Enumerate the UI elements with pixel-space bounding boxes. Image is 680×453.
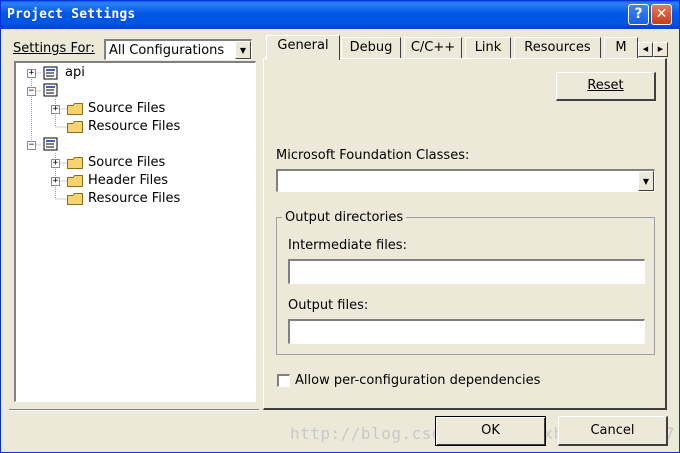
mfc-combobox[interactable]: ▼ bbox=[276, 169, 655, 192]
tree-node-label: Source Files bbox=[88, 101, 166, 116]
output-files-input[interactable] bbox=[288, 319, 645, 344]
plus-box-icon[interactable]: + bbox=[51, 177, 60, 186]
settings-for-label-text: Settings For: bbox=[13, 41, 95, 56]
plus-box-icon[interactable]: + bbox=[51, 105, 60, 114]
dropdown-arrow-icon[interactable]: ▼ bbox=[638, 171, 654, 191]
allow-per-config-deps-label[interactable]: Allow per-configuration dependencies bbox=[295, 373, 540, 388]
tab-more[interactable]: M bbox=[604, 37, 638, 59]
tab-general[interactable]: General bbox=[266, 35, 340, 60]
ok-button[interactable]: OK bbox=[435, 416, 546, 446]
project-tree[interactable]: + api − + Source Files Resource Files − bbox=[14, 61, 256, 402]
project-icon bbox=[43, 137, 58, 151]
tab-debug[interactable]: Debug bbox=[341, 37, 401, 59]
tree-node-label: Header Files bbox=[88, 173, 168, 188]
settings-for-label: Settings For: bbox=[13, 41, 95, 56]
intermediate-files-input[interactable] bbox=[288, 259, 645, 284]
tab-scroll-right-icon[interactable]: ▶ bbox=[653, 42, 668, 57]
plus-box-icon[interactable]: + bbox=[51, 159, 60, 168]
folder-icon bbox=[67, 103, 83, 115]
output-directories-label: Output directories bbox=[282, 210, 407, 225]
mfc-label: Microsoft Foundation Classes: bbox=[276, 148, 470, 163]
folder-icon bbox=[67, 193, 83, 205]
tree-node-label: api bbox=[65, 65, 85, 80]
project-icon bbox=[43, 83, 58, 97]
tab-link[interactable]: Link bbox=[465, 37, 511, 59]
project-settings-dialog: Project Settings ? ✕ Settings For: All C… bbox=[0, 0, 680, 453]
tree-node-label: Resource Files bbox=[88, 191, 181, 206]
tree-node-label: Source Files bbox=[88, 155, 166, 170]
allow-per-config-deps-checkbox[interactable] bbox=[277, 374, 290, 387]
cancel-button[interactable]: Cancel bbox=[558, 416, 668, 446]
reset-button[interactable]: Reset bbox=[556, 72, 656, 101]
tab-scroll-left-icon[interactable]: ◀ bbox=[638, 42, 653, 57]
tab-resources[interactable]: Resources bbox=[514, 37, 601, 59]
title-bar[interactable]: Project Settings ? ✕ bbox=[1, 1, 679, 29]
tab-c-cpp[interactable]: C/C++ bbox=[404, 37, 462, 59]
tree-node-label: Resource Files bbox=[88, 119, 181, 134]
footer-divider bbox=[9, 409, 259, 411]
output-files-label: Output files: bbox=[288, 298, 369, 313]
minus-box-icon[interactable]: − bbox=[27, 141, 36, 150]
dropdown-arrow-icon[interactable]: ▼ bbox=[235, 41, 251, 59]
plus-box-icon[interactable]: + bbox=[27, 69, 36, 78]
help-button[interactable]: ? bbox=[628, 4, 649, 25]
folder-icon bbox=[67, 121, 83, 133]
minus-box-icon[interactable]: − bbox=[27, 87, 36, 96]
settings-for-value: All Configurations bbox=[109, 43, 225, 58]
close-button[interactable]: ✕ bbox=[651, 4, 672, 25]
intermediate-files-label: Intermediate files: bbox=[288, 238, 407, 253]
folder-icon bbox=[67, 175, 83, 187]
window-title: Project Settings bbox=[7, 7, 136, 22]
project-icon bbox=[43, 66, 58, 80]
settings-for-combobox[interactable]: All Configurations ▼ bbox=[104, 39, 252, 60]
folder-icon bbox=[67, 157, 83, 169]
reset-button-label: Reset bbox=[587, 78, 624, 93]
